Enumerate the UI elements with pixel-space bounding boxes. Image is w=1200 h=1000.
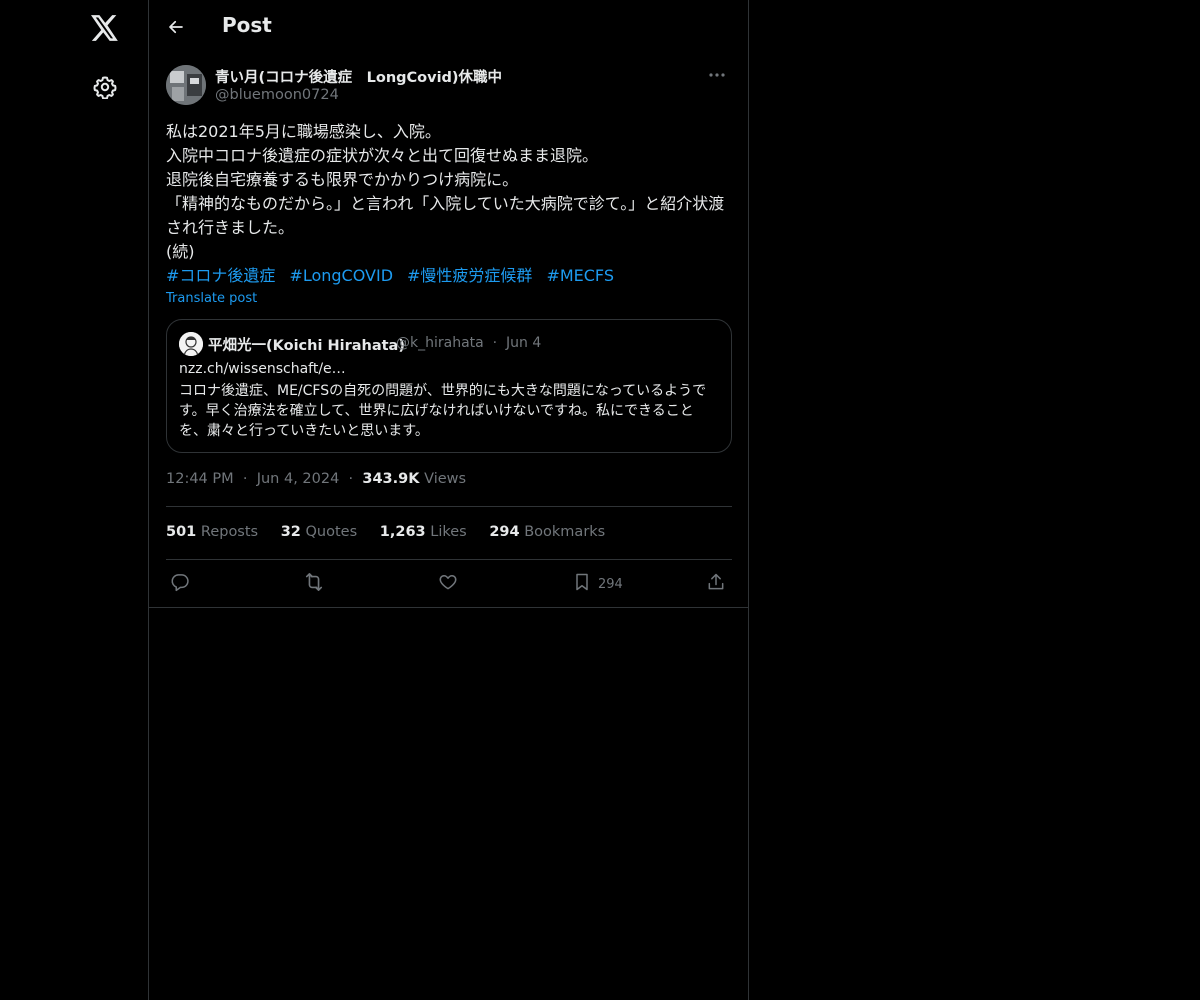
avatar[interactable]	[166, 65, 206, 105]
meta-separator: ·	[348, 471, 354, 487]
hashtag-link[interactable]: #慢性疲労症候群	[407, 266, 532, 285]
bookmark-count: 294	[598, 576, 623, 592]
quoted-post[interactable]: 平畑光一(Koichi Hirahata) @k_hirahata · Jun …	[166, 319, 732, 453]
like-button[interactable]	[438, 569, 458, 599]
quotes-count: 32	[280, 524, 301, 540]
post-body: 私は2021年5月に職場感染し、入院。 入院中コロナ後遺症の症状が次々と出て回復…	[166, 120, 736, 288]
post-actions: 294	[166, 569, 732, 599]
bookmarks-label: Bookmarks	[524, 524, 606, 540]
translate-post-link[interactable]: Translate post	[166, 291, 257, 306]
gear-icon[interactable]	[90, 72, 120, 102]
meta-separator: ·	[242, 471, 248, 487]
views-count: 343.9K	[362, 471, 420, 487]
author-handle[interactable]: @bluemoon0724	[215, 87, 339, 103]
post-text-line: 私は2021年5月に職場感染し、入院。	[166, 122, 441, 141]
quotes-stat[interactable]: 32 Quotes	[281, 524, 357, 540]
post-date[interactable]: Jun 4, 2024	[257, 471, 340, 487]
likes-stat[interactable]: 1,263 Likes	[380, 524, 467, 540]
bookmarks-stat[interactable]: 294 Bookmarks	[489, 524, 605, 540]
post-text-line: 入院中コロナ後遺症の症状が次々と出て回復せぬまま退院。	[166, 146, 599, 165]
reply-button[interactable]	[170, 569, 190, 599]
quote-meta: @k_hirahata · Jun 4	[396, 335, 541, 351]
post-text-line: 「精神的なものだから。」と言われ「入院していた大病院で診て。」と紹介状渡され行き…	[166, 194, 725, 237]
left-nav-rail	[0, 0, 149, 1000]
views-label: Views	[424, 471, 467, 487]
engagement-stats: 501 Reposts 32 Quotes 1,263 Likes 294 Bo…	[166, 524, 623, 540]
hashtag-list: #コロナ後遺症 #LongCOVID #慢性疲労症候群 #MECFS	[166, 264, 736, 288]
reposts-label: Reposts	[200, 524, 259, 540]
share-button[interactable]	[706, 569, 726, 599]
bookmarks-count: 294	[489, 524, 520, 540]
back-arrow-icon[interactable]	[163, 14, 189, 40]
quote-text: コロナ後遺症、ME/CFSの自死の問題が、世界的にも大きな問題になっているようで…	[179, 383, 707, 439]
divider	[149, 607, 748, 608]
hashtag-link[interactable]: #コロナ後遺症	[166, 266, 275, 285]
hashtag-link[interactable]: #LongCOVID	[289, 266, 393, 285]
more-icon[interactable]	[703, 65, 731, 85]
reposts-count: 501	[166, 524, 197, 540]
quotes-label: Quotes	[305, 524, 358, 540]
author-display-name[interactable]: 青い月(コロナ後遺症 LongCovid)休職中	[215, 66, 502, 87]
likes-label: Likes	[430, 524, 467, 540]
hashtag-link[interactable]: #MECFS	[546, 266, 614, 285]
quote-handle[interactable]: @k_hirahata	[396, 335, 484, 351]
quote-display-name[interactable]: 平畑光一(Koichi Hirahata)	[208, 334, 405, 355]
post-author: 青い月(コロナ後遺症 LongCovid)休職中 @bluemoon0724	[166, 65, 731, 107]
bookmark-button[interactable]: 294	[572, 569, 623, 599]
post-detail-column: Post 青い月(コロナ後遺症 LongCovid)休職中 @bluemoon0…	[149, 0, 749, 1000]
reply-icon	[170, 572, 190, 596]
divider	[166, 559, 732, 560]
quote-avatar[interactable]	[179, 332, 203, 356]
post-text-line: 退院後自宅療養するも限界でかかりつけ病院に。	[166, 170, 519, 189]
quote-date[interactable]: Jun 4	[506, 335, 541, 351]
post-time[interactable]: 12:44 PM	[166, 471, 234, 487]
x-logo-icon[interactable]	[89, 12, 121, 44]
page-title: Post	[222, 13, 272, 37]
repost-icon	[303, 572, 325, 596]
divider	[166, 506, 732, 507]
quote-separator: ·	[492, 335, 498, 351]
bookmark-icon	[572, 572, 592, 596]
app: Post 青い月(コロナ後遺症 LongCovid)休職中 @bluemoon0…	[0, 0, 1200, 1000]
like-icon	[438, 572, 458, 596]
repost-button[interactable]	[303, 569, 325, 599]
post-text-line: (続)	[166, 242, 195, 261]
likes-count: 1,263	[379, 524, 426, 540]
share-icon	[706, 572, 726, 596]
page-header: Post	[149, 0, 748, 54]
reposts-stat[interactable]: 501 Reposts	[166, 524, 258, 540]
quote-link[interactable]: nzz.ch/wissenschaft/e…	[179, 361, 346, 377]
post-timestamp: 12:44 PM · Jun 4, 2024 · 343.9K Views	[166, 471, 466, 487]
